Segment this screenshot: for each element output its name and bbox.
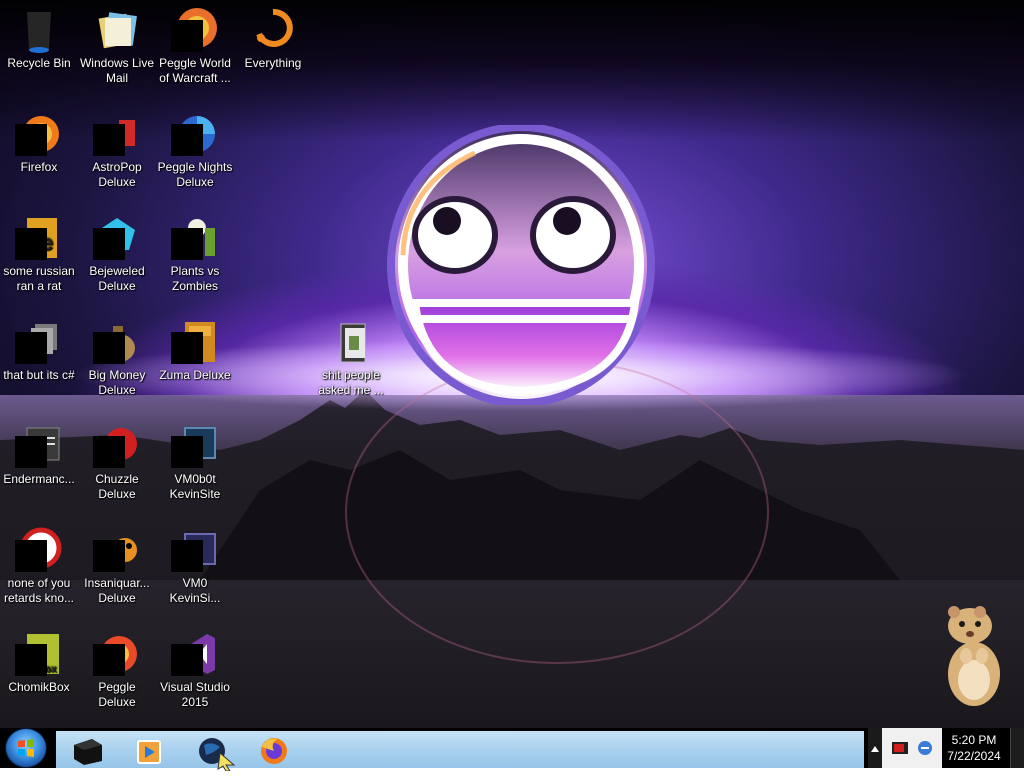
firefox-icon <box>15 110 63 158</box>
taskbar: 5:20 PM 7/22/2024 <box>0 728 1024 772</box>
system-tray <box>882 728 942 768</box>
desktop-icon-shit-people-asked[interactable]: shit people asked me ... <box>312 314 390 410</box>
astropop-icon <box>93 110 141 158</box>
app-window-icon <box>15 422 63 470</box>
peggle-icon <box>93 630 141 678</box>
desktop-icon-insaniquarium[interactable]: Insaniquar... Deluxe <box>78 522 156 618</box>
visual-studio-icon <box>171 630 219 678</box>
desktop-icon-plants-vs-zombies[interactable]: Plants vs Zombies <box>156 210 234 306</box>
redaction-mask <box>15 332 47 364</box>
show-desktop-button[interactable] <box>1010 728 1024 768</box>
peggle-nights-icon <box>171 110 219 158</box>
desktop-icon-endermanch[interactable]: Endermanc... <box>0 418 78 514</box>
files-icon <box>15 318 63 366</box>
desktop-icon-that-but-c-sharp[interactable]: that but its c# <box>0 314 78 410</box>
taskbar-app-black[interactable] <box>70 735 106 767</box>
redaction-mask <box>93 124 125 156</box>
desktop-icon-peggle-deluxe[interactable]: Peggle Deluxe <box>78 626 156 722</box>
desktop-icon-peggle-wow[interactable]: Peggle World of Warcraft ... <box>156 2 234 98</box>
clock-date: 7/22/2024 <box>947 749 1001 763</box>
battery-icon[interactable] <box>890 728 912 768</box>
awesome-face-graphic <box>387 125 655 405</box>
terminal-icon <box>171 422 219 470</box>
tray-expand-button[interactable] <box>868 728 882 768</box>
redaction-mask <box>171 124 203 156</box>
terminal-icon <box>171 526 219 574</box>
redaction-mask <box>15 540 47 572</box>
taskbar-media-player[interactable] <box>132 735 168 767</box>
zuma-icon <box>171 318 219 366</box>
redaction-mask <box>93 228 125 260</box>
desktop-icon-everything[interactable]: Everything <box>234 2 312 98</box>
app-icon <box>15 526 63 574</box>
redaction-mask <box>15 436 47 468</box>
redaction-mask <box>15 124 47 156</box>
desktop-icon-bejeweled[interactable]: Bejeweled Deluxe <box>78 210 156 306</box>
desktop-icon-chomikbox[interactable]: ox ChomikBox <box>0 626 78 722</box>
redaction-mask <box>93 540 125 572</box>
desktop-icon-vm0b0t-kevinsite[interactable]: VM0b0t KevinSite <box>156 418 234 514</box>
desktop-icon-visual-studio-2015[interactable]: Visual Studio 2015 <box>156 626 234 722</box>
redaction-mask <box>171 436 203 468</box>
desktop-icon-astropop[interactable]: AstroPop Deluxe <box>78 106 156 202</box>
desktop-icon-big-money[interactable]: Big Money Deluxe <box>78 314 156 410</box>
desktop[interactable]: Recycle Bin Windows Live Mail Peggle Wor… <box>0 0 1024 728</box>
clock-time: 5:20 PM <box>951 733 997 747</box>
desktop-icon-zuma[interactable]: Zuma Deluxe <box>156 314 234 410</box>
desktop-icon-chuzzle[interactable]: Chuzzle Deluxe <box>78 418 156 514</box>
document-icon: e <box>15 214 63 262</box>
plants-vs-zombies-icon <box>171 214 219 262</box>
windows-start-icon <box>18 739 34 757</box>
fish-icon <box>93 526 141 574</box>
redaction-mask <box>93 332 125 364</box>
bejeweled-icon <box>93 214 141 262</box>
desktop-icon-firefox[interactable]: Firefox <box>0 106 78 202</box>
peggle-icon <box>171 6 219 54</box>
taskbar-buttons-area <box>56 731 864 772</box>
taskbar-globe[interactable] <box>196 735 236 772</box>
firefox-icon <box>261 738 287 764</box>
redaction-mask <box>171 228 203 260</box>
desktop-icon-none-of-you[interactable]: none of you retards kno... <box>0 522 78 618</box>
chuzzle-icon <box>93 422 141 470</box>
network-icon[interactable] <box>914 728 936 768</box>
redaction-mask <box>93 644 125 676</box>
desktop-icon-vm0-kevinsite[interactable]: VM0 KevinSi... <box>156 522 234 618</box>
hamster-gadget[interactable] <box>940 604 1008 708</box>
start-button[interactable] <box>6 729 46 767</box>
redaction-mask <box>171 644 203 676</box>
money-bag-icon <box>93 318 141 366</box>
desktop-icon-recycle-bin[interactable]: Recycle Bin <box>0 2 78 98</box>
mail-icon <box>93 6 141 54</box>
chomikbox-icon: ox <box>15 630 63 678</box>
desktop-icon-russian-rat[interactable]: e some russian ran a rat <box>0 210 78 306</box>
redaction-mask <box>15 644 47 676</box>
taskbar-clock[interactable]: 5:20 PM 7/22/2024 <box>942 728 1006 768</box>
media-player-icon <box>137 740 161 764</box>
recycle-bin-icon <box>15 6 63 54</box>
folder-icon <box>327 318 375 366</box>
redaction-mask <box>171 540 203 572</box>
globe-icon <box>199 738 236 772</box>
black-box-icon <box>74 739 102 765</box>
desktop-icon-windows-live-mail[interactable]: Windows Live Mail <box>78 2 156 98</box>
taskbar-firefox[interactable] <box>256 735 292 767</box>
everything-icon <box>249 6 297 54</box>
redaction-mask <box>93 436 125 468</box>
chevron-up-icon <box>871 746 879 752</box>
redaction-mask <box>15 228 47 260</box>
desktop-icon-peggle-nights[interactable]: Peggle Nights Deluxe <box>156 106 234 202</box>
redaction-mask <box>171 332 203 364</box>
redaction-mask <box>171 20 203 52</box>
